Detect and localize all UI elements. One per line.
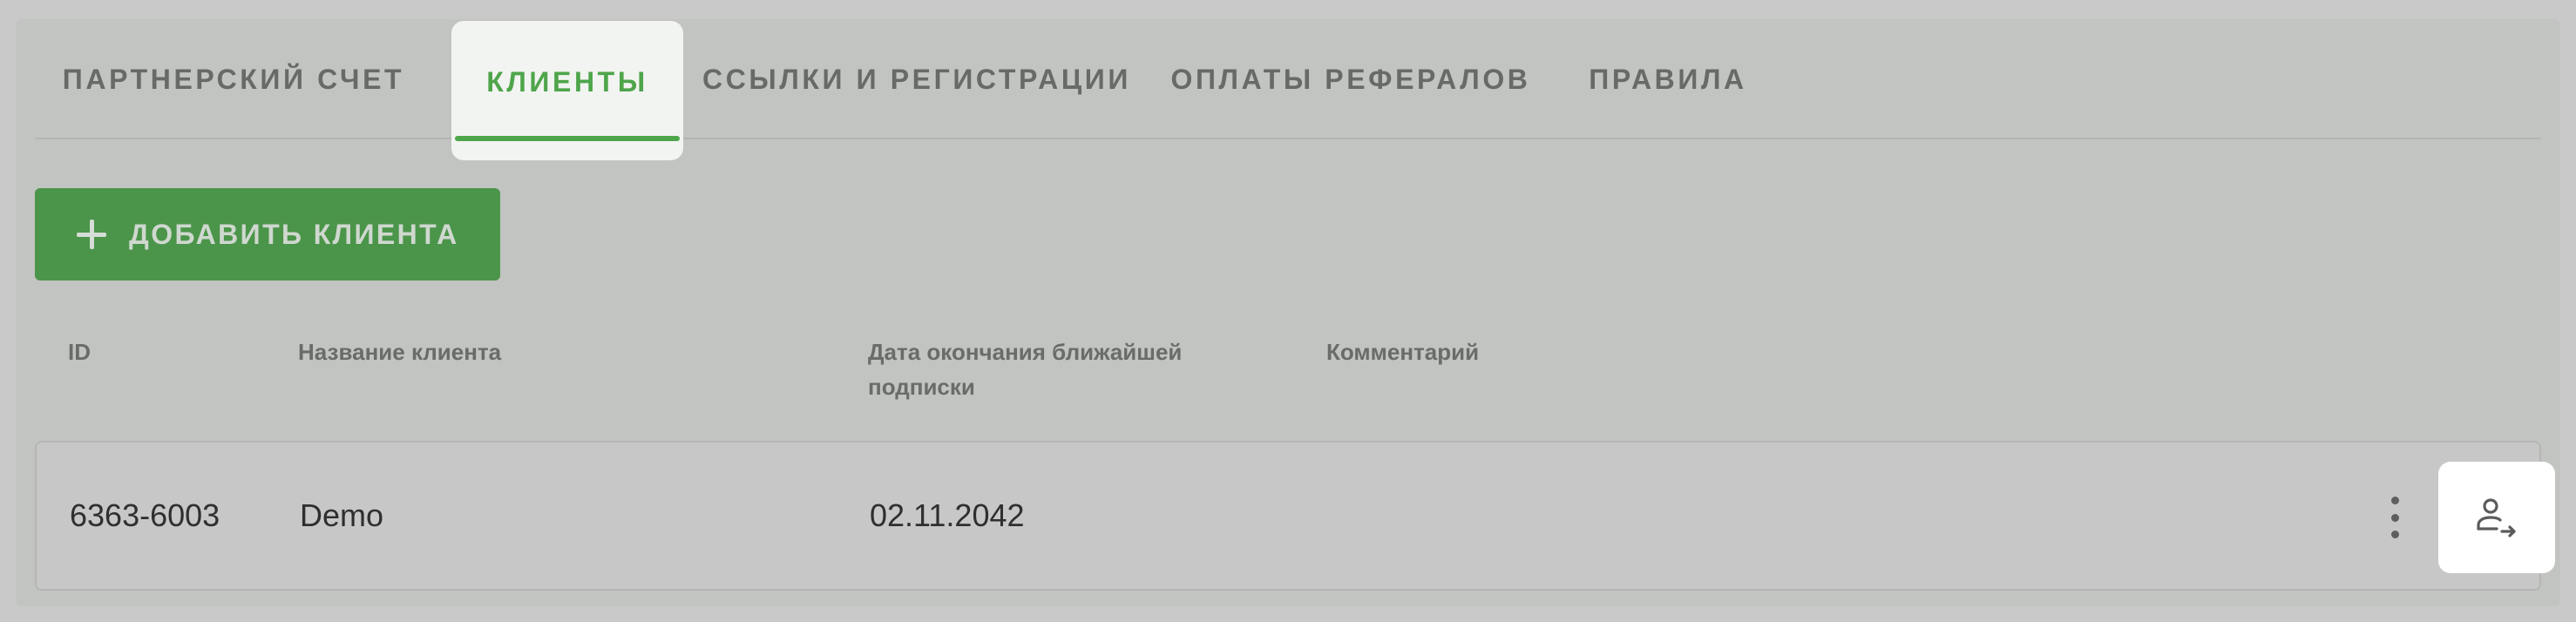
column-header-client-name: Название клиента bbox=[298, 339, 502, 365]
tab-referral-payments[interactable]: ОПЛАТЫ РЕФЕРАЛОВ bbox=[1159, 19, 1542, 139]
tab-partner-account[interactable]: ПАРТНЕРСКИЙ СЧЕТ bbox=[35, 19, 432, 139]
user-login-icon bbox=[2477, 498, 2516, 537]
subscription-end-cell: 02.11.2042 bbox=[870, 497, 1025, 533]
tab-label: ОПЛАТЫ РЕФЕРАЛОВ bbox=[1170, 63, 1531, 95]
plus-icon bbox=[77, 220, 106, 249]
more-vertical-icon[interactable] bbox=[2386, 497, 2403, 538]
tab-rules[interactable]: ПРАВИЛА bbox=[1558, 19, 1778, 139]
active-tab-indicator bbox=[455, 136, 680, 141]
tab-bar: ПАРТНЕРСКИЙ СЧЕТ КЛИЕНТЫ ССЫЛКИ И РЕГИСТ… bbox=[35, 19, 2541, 160]
add-client-label: ДОБАВИТЬ КЛИЕНТА bbox=[129, 218, 459, 250]
column-header-comment: Комментарий bbox=[1326, 339, 1480, 365]
tab-label: КЛИЕНТЫ bbox=[486, 65, 648, 98]
page-root: ПАРТНЕРСКИЙ СЧЕТ КЛИЕНТЫ ССЫЛКИ И РЕГИСТ… bbox=[0, 0, 2576, 622]
tab-label: ПРАВИЛА bbox=[1589, 63, 1747, 95]
column-header-subscription-end: Дата окончания ближайшей подписки bbox=[868, 339, 1183, 400]
table-row[interactable]: 6363-6003 Demo 02.11.2042 bbox=[35, 441, 2555, 591]
tab-label: ССЫЛКИ И РЕГИСТРАЦИИ bbox=[702, 63, 1131, 95]
column-header-id: ID bbox=[68, 339, 91, 365]
tab-clients[interactable]: КЛИЕНТЫ bbox=[451, 21, 683, 160]
add-client-button[interactable]: ДОБАВИТЬ КЛИЕНТА bbox=[35, 188, 500, 281]
clients-panel: ПАРТНЕРСКИЙ СЧЕТ КЛИЕНТЫ ССЫЛКИ И РЕГИСТ… bbox=[16, 19, 2560, 606]
tab-label: ПАРТНЕРСКИЙ СЧЕТ bbox=[62, 63, 405, 95]
tab-links-registrations[interactable]: ССЫЛКИ И РЕГИСТРАЦИИ bbox=[690, 19, 1143, 139]
login-as-client-button[interactable] bbox=[2438, 462, 2555, 573]
client-id-cell: 6363-6003 bbox=[70, 497, 220, 533]
client-name-cell: Demo bbox=[300, 497, 384, 533]
